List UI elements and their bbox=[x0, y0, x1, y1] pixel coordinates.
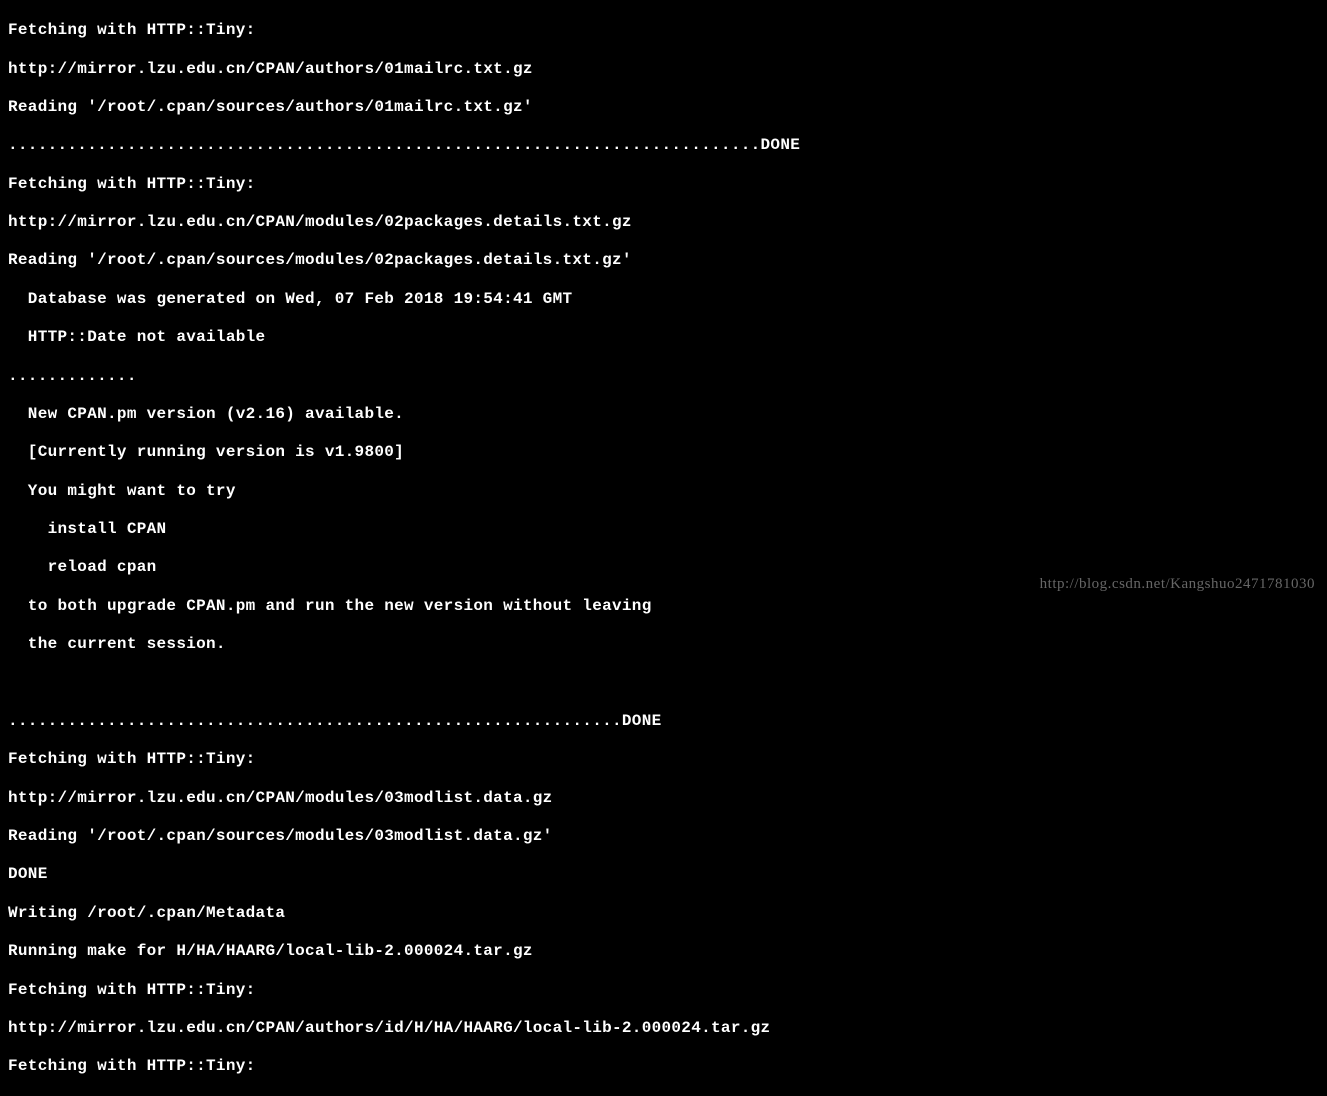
terminal-line: Reading '/root/.cpan/sources/modules/02p… bbox=[8, 251, 1319, 270]
terminal-line: Running make for H/HA/HAARG/local-lib-2.… bbox=[8, 942, 1319, 961]
terminal-line: Reading '/root/.cpan/sources/authors/01m… bbox=[8, 98, 1319, 117]
terminal-line: New CPAN.pm version (v2.16) available. bbox=[8, 405, 1319, 424]
terminal-line: http://mirror.lzu.edu.cn/CPAN/modules/02… bbox=[8, 213, 1319, 232]
terminal-line: You might want to try bbox=[8, 482, 1319, 501]
terminal-line: to both upgrade CPAN.pm and run the new … bbox=[8, 597, 1319, 616]
terminal-line: Fetching with HTTP::Tiny: bbox=[8, 175, 1319, 194]
terminal-line: http://mirror.lzu.edu.cn/CPAN/modules/03… bbox=[8, 789, 1319, 808]
terminal-line: Fetching with HTTP::Tiny: bbox=[8, 21, 1319, 40]
terminal-line: DONE bbox=[8, 865, 1319, 884]
terminal-line: ........................................… bbox=[8, 136, 1319, 155]
terminal-line: Writing /root/.cpan/Metadata bbox=[8, 904, 1319, 923]
terminal-line: ............. bbox=[8, 367, 1319, 386]
terminal-line: [Currently running version is v1.9800] bbox=[8, 443, 1319, 462]
terminal-line: Fetching with HTTP::Tiny: bbox=[8, 750, 1319, 769]
terminal-line: HTTP::Date not available bbox=[8, 328, 1319, 347]
watermark-text: http://blog.csdn.net/Kangshuo2471781030 bbox=[1040, 575, 1315, 593]
terminal-line: Fetching with HTTP::Tiny: bbox=[8, 981, 1319, 1000]
terminal-output: Fetching with HTTP::Tiny: http://mirror.… bbox=[8, 2, 1319, 1096]
terminal-line: ........................................… bbox=[8, 712, 1319, 731]
terminal-line: http://mirror.lzu.edu.cn/CPAN/authors/id… bbox=[8, 1019, 1319, 1038]
terminal-line: Database was generated on Wed, 07 Feb 20… bbox=[8, 290, 1319, 309]
terminal-line: install CPAN bbox=[8, 520, 1319, 539]
terminal-line: Fetching with HTTP::Tiny: bbox=[8, 1057, 1319, 1076]
terminal-line: http://mirror.lzu.edu.cn/CPAN/authors/01… bbox=[8, 60, 1319, 79]
terminal-line: Reading '/root/.cpan/sources/modules/03m… bbox=[8, 827, 1319, 846]
terminal-line: the current session. bbox=[8, 635, 1319, 654]
